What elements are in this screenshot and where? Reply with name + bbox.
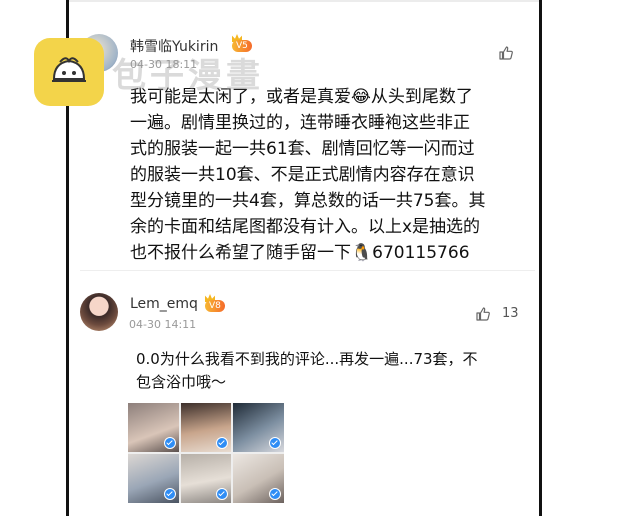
photo-thumbnail[interactable] [128, 454, 179, 503]
check-icon [216, 488, 229, 500]
like-icon[interactable] [475, 306, 491, 322]
check-icon [269, 488, 281, 500]
like-icon[interactable] [498, 45, 514, 61]
photo-grid [128, 403, 284, 503]
top-bar-edge [69, 0, 539, 2]
comment-body: 0.0为什么我看不到我的评论...再发一遍...73套，不 包含浴巾哦～ [136, 350, 478, 391]
level-badge: V8 [205, 300, 225, 312]
photo-thumbnail[interactable] [180, 454, 232, 503]
check-icon [163, 488, 176, 500]
photo-thumbnail[interactable] [233, 454, 284, 503]
check-icon [269, 437, 281, 449]
comment-body: 我可能是太闲了，或者是真爱😂从头到尾数了 一遍。剧情里换过的，连带睡衣睡袍这些非… [130, 87, 486, 263]
comment-username[interactable]: Lem_emq [130, 296, 198, 312]
comment-divider [80, 270, 535, 271]
comment-timestamp: 04-30 14:11 [129, 318, 197, 331]
avatar[interactable] [80, 293, 118, 331]
check-icon [216, 437, 229, 449]
photo-thumbnail[interactable] [128, 403, 179, 452]
bun-logo-icon [34, 38, 104, 106]
like-count: 13 [502, 306, 519, 321]
photo-thumbnail[interactable] [233, 403, 284, 452]
check-icon [163, 437, 176, 449]
watermark-text: 包子漫畫 [112, 56, 264, 96]
photo-thumbnail[interactable] [180, 403, 232, 452]
